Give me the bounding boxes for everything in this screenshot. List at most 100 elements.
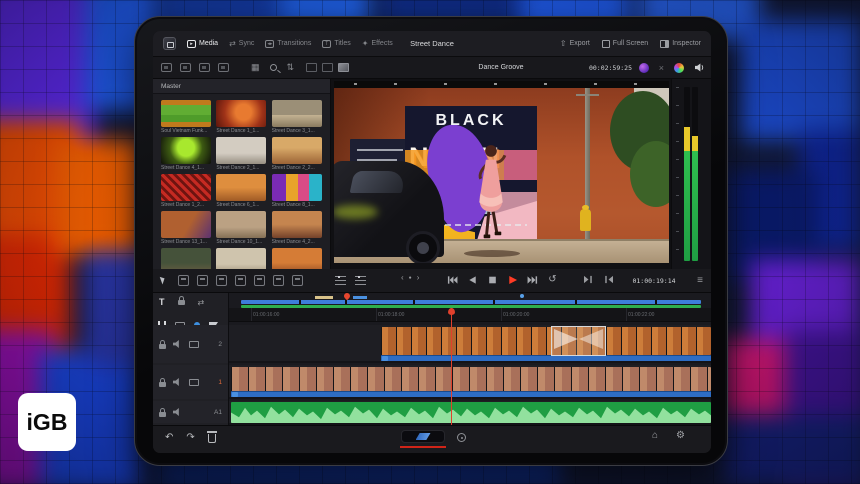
home-button[interactable]: ⌂: [652, 430, 658, 441]
media-clip[interactable]: Street Dance 2_2...: [272, 137, 322, 171]
link-clips-icon[interactable]: ⇄: [198, 298, 205, 307]
media-clip[interactable]: Street Dance 12_1...: [161, 248, 211, 269]
insert-clip-icon[interactable]: [216, 275, 227, 286]
magic-mask-icon[interactable]: [639, 63, 649, 73]
media-clip[interactable]: Street Dance 11_1...: [216, 248, 266, 269]
retime-controls-icon[interactable]: [355, 276, 366, 285]
undo-button[interactable]: ↶: [165, 432, 173, 443]
locate-playhead-icon[interactable]: [457, 433, 466, 442]
timeline-ruler[interactable]: 01:00:16:00 01:00:18:00 01:00:20:00 01:0…: [229, 308, 711, 322]
loop-button[interactable]: ↺: [547, 274, 558, 285]
text-tool-icon[interactable]: T: [159, 297, 165, 307]
import-media-icon[interactable]: [161, 63, 172, 72]
search-icon[interactable]: [270, 64, 277, 71]
audio-clip-a1[interactable]: [231, 402, 711, 423]
playhead[interactable]: [451, 308, 452, 425]
meter-scale: [676, 87, 679, 261]
track-enable-icon[interactable]: [189, 379, 199, 386]
tab-media[interactable]: ▸ Media: [187, 40, 218, 48]
lock-tool-icon[interactable]: [178, 300, 185, 305]
media-clip-label: Street Dance 2_1...: [216, 165, 266, 171]
bottom-bar: ↶ ↷ ⌂ ⚙: [153, 425, 711, 453]
cross-dissolve-transition[interactable]: [551, 326, 606, 356]
inspector-button[interactable]: Inspector: [660, 40, 701, 48]
track-lock-icon[interactable]: [159, 412, 166, 417]
media-clip-label: Street Dance 3_1...: [272, 128, 322, 134]
settings-gear-button[interactable]: ⚙: [676, 430, 685, 441]
replace-clip-icon[interactable]: [254, 275, 265, 286]
media-clip[interactable]: Soul Vietnam Funk...: [161, 100, 211, 134]
speaker-icon[interactable]: [694, 63, 705, 72]
timeline-timecode: 01:00:19:14: [621, 277, 687, 285]
media-clip[interactable]: Dance Groove: [272, 248, 322, 269]
meter-right-channel: [692, 87, 698, 261]
video-clip-v2[interactable]: [381, 327, 711, 355]
transport-menu-icon[interactable]: ≡: [697, 275, 703, 286]
clip-speed-icon[interactable]: [335, 276, 346, 285]
media-pool-header[interactable]: Master: [153, 79, 330, 94]
media-clip[interactable]: Street Dance 10_1...: [216, 211, 266, 245]
go-to-end-button[interactable]: [527, 274, 538, 285]
sync-clips-icon[interactable]: [199, 63, 210, 72]
go-to-start-button[interactable]: [447, 274, 458, 285]
grid-view-icon[interactable]: ▦: [251, 62, 260, 73]
track-header-v1[interactable]: 1: [153, 365, 228, 399]
color-wheel-icon[interactable]: [674, 63, 684, 73]
overwrite-clip-icon[interactable]: [235, 275, 246, 286]
fullscreen-button[interactable]: Full Screen: [602, 40, 648, 48]
video-clip-v1[interactable]: [231, 367, 711, 391]
media-clip[interactable]: Street Dance 2_1...: [216, 137, 266, 171]
delete-button[interactable]: [208, 434, 216, 443]
strip-view-icon[interactable]: [322, 63, 333, 72]
jog-control[interactable]: ‹ ● ›: [401, 273, 419, 282]
trim-tool-icon[interactable]: [178, 275, 189, 286]
redo-button[interactable]: ↷: [186, 432, 194, 443]
sort-icon[interactable]: ⇅: [287, 62, 295, 73]
tab-sync[interactable]: ⇄ Sync: [229, 40, 254, 48]
mark-out-icon[interactable]: [603, 275, 614, 284]
track-header-a1[interactable]: A1: [153, 401, 228, 423]
stop-button[interactable]: [487, 274, 498, 285]
disabled-tool-icon[interactable]: ×: [659, 63, 664, 73]
metadata-view-icon[interactable]: [338, 63, 349, 72]
play-reverse-button[interactable]: [467, 274, 478, 285]
export-icon: ⇧: [560, 40, 567, 48]
center-status-pill[interactable]: [401, 430, 445, 443]
play-button[interactable]: [507, 274, 518, 285]
thumbnail-view-icon[interactable]: [306, 63, 317, 72]
media-clip[interactable]: Street Dance 4_2...: [272, 211, 322, 245]
media-clip[interactable]: Street Dance 1_1...: [216, 100, 266, 134]
media-clip[interactable]: Street Dance 6_1...: [216, 174, 266, 208]
track-lock-icon[interactable]: [159, 344, 166, 349]
track-lock-icon[interactable]: [159, 382, 166, 387]
razor-tool-icon[interactable]: [197, 275, 208, 286]
place-on-top-icon[interactable]: [273, 275, 284, 286]
track-mute-icon[interactable]: [173, 408, 182, 417]
track-mute-icon[interactable]: [173, 378, 182, 387]
media-clip-label: Street Dance 13_1...: [161, 239, 211, 245]
tab-effects[interactable]: ✦ Effects: [362, 40, 393, 48]
media-clip[interactable]: Street Dance 1_2...: [161, 174, 211, 208]
track-enable-icon[interactable]: [189, 341, 199, 348]
append-clip-icon[interactable]: [292, 275, 303, 286]
media-pool: Master Soul Vietnam Funk... Street Dance…: [153, 79, 331, 269]
track-mute-icon[interactable]: [173, 340, 182, 349]
import-folder-icon[interactable]: [180, 63, 191, 72]
media-clip[interactable]: Street Dance 8_1...: [272, 174, 322, 208]
export-button[interactable]: ⇧ Export: [560, 40, 590, 48]
tab-transitions[interactable]: ◂▸ Transitions: [265, 40, 311, 48]
media-clip[interactable]: Street Dance 4_1...: [161, 137, 211, 171]
effects-icon: ✦: [362, 40, 369, 48]
select-tool-icon[interactable]: [159, 275, 170, 286]
timeline-minimap[interactable]: [241, 296, 701, 308]
media-clip[interactable]: Street Dance 13_1...: [161, 211, 211, 245]
media-clip[interactable]: Street Dance 3_1...: [272, 100, 322, 134]
clip-audio-strip: [231, 391, 711, 397]
track-header-v2[interactable]: 2: [153, 325, 228, 363]
tab-titles[interactable]: T Titles: [322, 40, 350, 48]
inspector-icon: [660, 40, 669, 48]
export-label: Export: [570, 40, 590, 47]
mark-in-icon[interactable]: [583, 275, 594, 284]
ruler-label: 01:00:20:00: [503, 312, 529, 318]
clip-color-icon[interactable]: [218, 63, 229, 72]
